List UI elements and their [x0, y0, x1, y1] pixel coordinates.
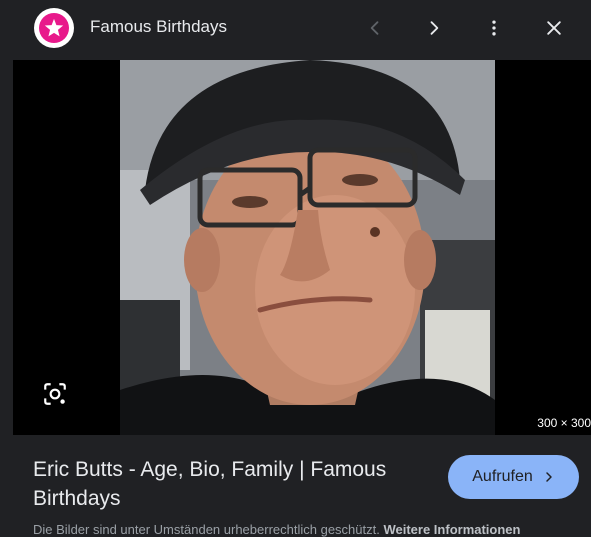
visit-button[interactable]: Aufrufen [448, 455, 579, 499]
chevron-left-icon [370, 21, 379, 35]
google-lens-icon[interactable] [41, 380, 69, 408]
more-vert-icon [492, 20, 496, 36]
close-button[interactable] [536, 10, 572, 46]
next-button[interactable] [416, 10, 452, 46]
visit-button-label: Aufrufen [472, 468, 533, 485]
chevron-right-icon [545, 472, 552, 482]
viewer-header: Famous Birthdays [0, 0, 591, 56]
person-photo[interactable] [120, 60, 495, 435]
result-title-link[interactable]: Eric Butts - Age, Bio, Family | Famous B… [33, 455, 433, 513]
image-preview[interactable]: 300 × 300 [13, 60, 591, 435]
learn-more-link[interactable]: Weitere Informationen [383, 522, 520, 537]
site-logo[interactable] [34, 8, 74, 48]
close-icon [547, 21, 561, 35]
image-dimensions: 300 × 300 [531, 414, 591, 432]
notice-text: Die Bilder sind unter Umständen urheberr… [33, 522, 380, 537]
copyright-notice: Die Bilder sind unter Umständen urheberr… [33, 522, 520, 537]
site-name[interactable]: Famous Birthdays [90, 17, 227, 37]
more-options-button[interactable] [476, 10, 512, 46]
chevron-right-icon [430, 21, 439, 35]
previous-button[interactable] [357, 10, 393, 46]
star-icon [39, 13, 69, 43]
